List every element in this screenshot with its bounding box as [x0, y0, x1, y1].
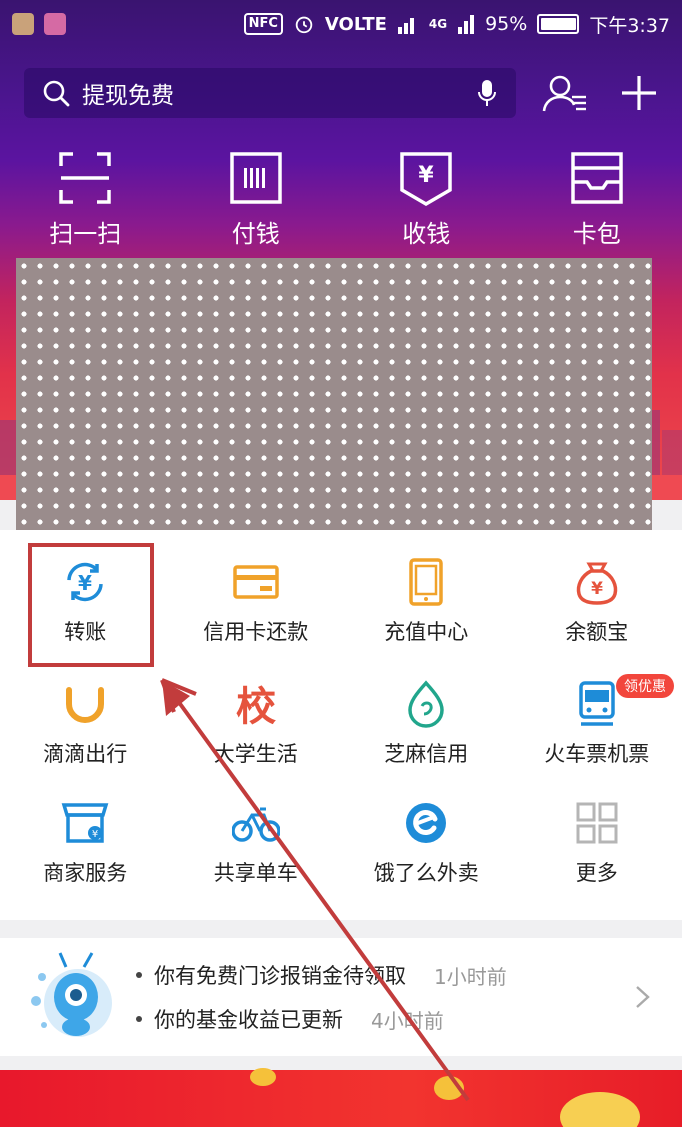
transfer-yuan-icon: ¥ — [67, 562, 103, 602]
quick-receive-label: 收钱 — [402, 220, 451, 248]
search-icon — [43, 80, 70, 107]
shield-app-icon — [12, 13, 34, 35]
scan-icon — [59, 152, 111, 204]
ant-mascot-icon — [31, 952, 112, 1037]
quick-scan[interactable]: 扫一扫 — [0, 150, 171, 249]
service-yuebao-label: 余额宝 — [565, 620, 629, 644]
service-more-label: 更多 — [575, 861, 618, 885]
signal-icon — [397, 18, 414, 34]
quick-receive[interactable]: ¥ 收钱 — [341, 150, 512, 249]
battery-percent: 95% — [485, 13, 528, 35]
service-didi-label: 滴滴出行 — [43, 742, 128, 766]
didi-icon — [66, 687, 105, 723]
service-bike-label: 共享单车 — [213, 861, 298, 885]
notice-item[interactable]: 你的基金收益已更新 4小时前 — [136, 997, 622, 1041]
service-sesame[interactable]: 芝麻信用 — [341, 660, 512, 785]
eleme-icon — [406, 803, 447, 843]
search-input[interactable]: 提现免费 — [24, 68, 517, 118]
svg-text:¥: ¥ — [419, 163, 435, 188]
shop-icon: ¥ — [61, 803, 109, 843]
coin-decoration — [560, 1092, 640, 1127]
service-credit-card-label: 信用卡还款 — [203, 620, 309, 644]
train-icon — [579, 681, 615, 726]
notice-list: 你有免费门诊报销金待领取 1小时前 你的基金收益已更新 4小时前 — [136, 953, 622, 1041]
campus-icon: 校 — [236, 684, 276, 728]
services-grid: ¥ 转账 信用卡还款 充值中心 ¥ 余额宝 滴滴出行 校 大学生活 芝麻信用 火… — [0, 530, 682, 920]
status-bar: NFC VOLTE 4G 95% 下午3:37 — [0, 0, 682, 48]
bike-icon — [231, 807, 280, 842]
notice-time: 4小时前 — [371, 1008, 444, 1033]
coin-decoration — [250, 1068, 276, 1086]
coin-decoration — [434, 1076, 464, 1100]
service-recharge[interactable]: 充值中心 — [341, 530, 512, 660]
alarm-icon — [295, 16, 313, 34]
service-transfer-label: 转账 — [64, 620, 107, 644]
service-didi[interactable]: 滴滴出行 — [0, 660, 171, 785]
service-recharge-label: 充值中心 — [384, 620, 469, 644]
service-eleme-label: 饿了么外卖 — [373, 861, 479, 885]
clock-app-icon — [44, 13, 66, 35]
quick-cards-label: 卡包 — [572, 220, 621, 248]
money-bag-icon: ¥ — [576, 562, 617, 605]
credit-card-icon — [233, 565, 279, 599]
service-campus-label: 大学生活 — [213, 742, 298, 766]
promo-banner-strip[interactable] — [0, 1068, 682, 1127]
bullet-icon — [136, 1016, 142, 1022]
service-credit-card[interactable]: 信用卡还款 — [171, 530, 342, 660]
notice-text: 你的基金收益已更新 — [154, 1008, 343, 1032]
service-sesame-label: 芝麻信用 — [384, 742, 469, 766]
campus-glyph: 校 — [236, 684, 276, 728]
quick-cards[interactable]: 卡包 — [512, 150, 682, 249]
svg-text:¥: ¥ — [78, 571, 92, 595]
sesame-icon — [408, 680, 445, 728]
card-wallet-icon — [571, 152, 623, 204]
volte-indicator: VOLTE — [324, 13, 387, 35]
service-yuebao[interactable]: ¥ 余额宝 — [512, 530, 682, 660]
clock-time: 下午3:37 — [589, 14, 670, 37]
quick-pay[interactable]: 付钱 — [171, 150, 342, 249]
quick-actions: 扫一扫 付钱 ¥ 收钱 卡包 — [0, 150, 682, 249]
redacted-banner — [16, 258, 652, 530]
coupon-badge[interactable]: 领优惠 — [616, 674, 674, 698]
lte-indicator: 4G — [428, 17, 448, 31]
notice-text: 你有免费门诊报销金待领取 — [154, 964, 406, 988]
barcode-icon — [230, 152, 282, 204]
service-train-label: 火车票机票 — [544, 742, 650, 766]
service-transfer[interactable]: ¥ 转账 — [0, 530, 171, 660]
quick-pay-label: 付钱 — [231, 220, 280, 248]
svg-text:¥: ¥ — [92, 829, 98, 840]
notification-card[interactable]: 你有免费门诊报销金待领取 1小时前 你的基金收益已更新 4小时前 — [0, 938, 682, 1056]
contacts-icon — [542, 75, 587, 112]
quick-scan-label: 扫一扫 — [49, 220, 122, 248]
signal-4g-icon — [458, 15, 475, 34]
plus-icon — [622, 76, 657, 110]
service-merchant-label: 商家服务 — [43, 861, 128, 885]
add-button[interactable] — [614, 68, 664, 118]
search-placeholder: 提现免费 — [82, 83, 174, 109]
chevron-right-icon[interactable] — [622, 977, 662, 1017]
microphone-icon[interactable] — [476, 78, 498, 108]
contacts-button[interactable] — [540, 68, 590, 118]
bullet-icon — [136, 972, 142, 978]
service-campus[interactable]: 校 大学生活 — [171, 660, 342, 785]
more-grid-icon — [576, 802, 618, 844]
battery-icon — [537, 14, 580, 34]
yuan-receive-icon: ¥ — [400, 152, 452, 206]
nfc-indicator: NFC — [243, 13, 283, 35]
service-bike[interactable]: 共享单车 — [171, 785, 342, 910]
service-merchant[interactable]: ¥ 商家服务 — [0, 785, 171, 910]
svg-text:¥: ¥ — [591, 579, 603, 599]
service-eleme[interactable]: 饿了么外卖 — [341, 785, 512, 910]
notice-time: 1小时前 — [434, 964, 507, 989]
service-more[interactable]: 更多 — [512, 785, 682, 910]
notice-item[interactable]: 你有免费门诊报销金待领取 1小时前 — [136, 953, 622, 997]
phone-recharge-icon — [409, 558, 443, 606]
